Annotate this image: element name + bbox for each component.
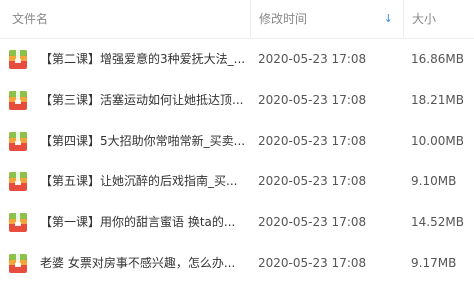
- file-modified-time: 2020-05-23 17:08: [258, 174, 367, 189]
- file-modified-time: 2020-05-23 17:08: [258, 52, 367, 66]
- archive-file-icon: [9, 50, 27, 69]
- archive-file-icon: [9, 213, 27, 233]
- column-header-name[interactable]: 文件名: [0, 0, 250, 38]
- column-header-size-label: 大小: [412, 12, 437, 26]
- file-name: 【第一课】用你的甜言蜜语 换ta的...: [40, 215, 236, 230]
- file-list-header: 文件名 修改时间 ↓ 大小: [0, 0, 474, 39]
- column-header-modified[interactable]: 修改时间 ↓: [250, 0, 403, 38]
- file-modified-time: 2020-05-23 17:08: [258, 92, 367, 107]
- archive-file-icon: [9, 90, 27, 110]
- file-name: 【第四课】5大招助你常啪常新_买卖...: [40, 133, 246, 148]
- file-rows: 【第二课】增强爱意的3种爱抚大法_... 2020-05-23 17:08 16…: [0, 39, 474, 284]
- file-name: 【第五课】让她沉醉的后戏指南_买...: [40, 174, 238, 189]
- file-size: 9.10MB: [411, 174, 457, 189]
- archive-file-icon: [9, 172, 27, 192]
- archive-file-icon: [9, 253, 27, 273]
- file-row[interactable]: 【第一课】用你的甜言蜜语 换ta的... 2020-05-23 17:08 14…: [0, 202, 474, 243]
- file-row[interactable]: 老婆 女票对房事不感兴趣，怎么办... 2020-05-23 17:08 9.1…: [0, 243, 474, 284]
- file-size: 18.21MB: [411, 92, 464, 107]
- file-row[interactable]: 【第三课】活塞运动如何让她抵达顶... 2020-05-23 17:08 18.…: [0, 80, 474, 121]
- file-size: 9.17MB: [411, 255, 457, 270]
- file-modified-time: 2020-05-23 17:08: [258, 133, 367, 148]
- file-size: 10.00MB: [411, 133, 464, 148]
- file-name: 【第二课】增强爱意的3种爱抚大法_...: [40, 52, 246, 66]
- file-row[interactable]: 【第五课】让她沉醉的后戏指南_买... 2020-05-23 17:08 9.1…: [0, 161, 474, 202]
- file-row[interactable]: 【第二课】增强爱意的3种爱抚大法_... 2020-05-23 17:08 16…: [0, 39, 474, 80]
- file-size: 16.86MB: [411, 52, 464, 66]
- file-list: 文件名 修改时间 ↓ 大小 【第二课】增强爱意的3种爱抚大法_... 2020-…: [0, 0, 474, 284]
- file-modified-time: 2020-05-23 17:08: [258, 255, 367, 270]
- file-name: 老婆 女票对房事不感兴趣，怎么办...: [40, 255, 236, 270]
- archive-file-icon: [9, 131, 27, 151]
- file-name: 【第三课】活塞运动如何让她抵达顶...: [40, 92, 244, 107]
- file-size: 14.52MB: [411, 215, 464, 230]
- file-row[interactable]: 【第四课】5大招助你常啪常新_买卖... 2020-05-23 17:08 10…: [0, 121, 474, 162]
- column-header-name-label: 文件名: [12, 12, 49, 26]
- sort-descending-icon[interactable]: ↓: [384, 0, 393, 38]
- column-header-modified-label: 修改时间: [259, 12, 308, 26]
- file-modified-time: 2020-05-23 17:08: [258, 215, 367, 230]
- column-header-size[interactable]: 大小: [403, 0, 474, 38]
